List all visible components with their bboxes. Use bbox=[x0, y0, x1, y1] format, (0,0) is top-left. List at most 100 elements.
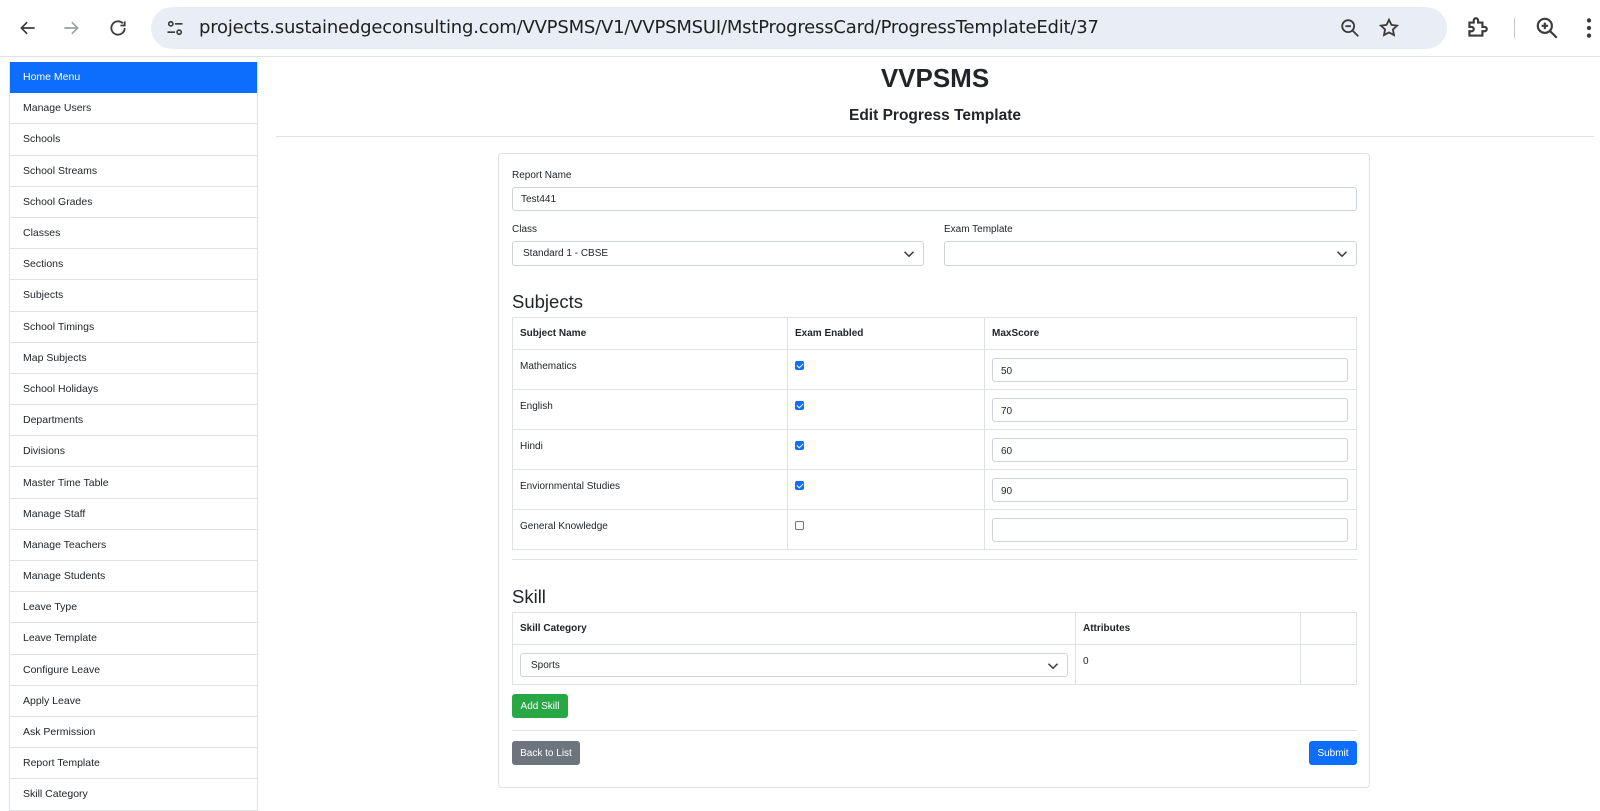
exam-enabled-cell bbox=[787, 389, 985, 430]
sidebar-item-schools[interactable]: Schools bbox=[10, 124, 257, 156]
subject-row: Mathematics 50 bbox=[512, 349, 1357, 390]
max-score-cell: 60 bbox=[984, 429, 1357, 470]
submit-button[interactable]: Submit bbox=[1309, 741, 1357, 765]
exam-enabled-cell bbox=[787, 509, 985, 550]
header-divider bbox=[276, 136, 1594, 137]
exam-enabled-checkbox[interactable] bbox=[795, 401, 804, 410]
template-form-card: Report Name Test441 Class Standard 1 - C… bbox=[498, 153, 1370, 788]
max-score-cell: 90 bbox=[984, 469, 1357, 510]
zoom-out-icon[interactable] bbox=[1339, 17, 1361, 39]
chevron-down-icon bbox=[1336, 251, 1348, 258]
sidebar-item-master-time-table[interactable]: Master Time Table bbox=[10, 467, 257, 499]
add-skill-button[interactable]: Add Skill bbox=[512, 694, 568, 718]
section-divider bbox=[512, 559, 1357, 560]
max-score-input[interactable]: 50 bbox=[992, 357, 1348, 382]
max-score-cell bbox=[984, 509, 1357, 550]
subject-name: English bbox=[512, 389, 788, 430]
skill-category-value: Sports bbox=[531, 659, 560, 671]
skill-category-cell: Sports bbox=[512, 644, 1076, 685]
actions-divider bbox=[512, 730, 1357, 731]
subjects-table: Subject Name Exam Enabled MaxScore Mathe… bbox=[512, 317, 1357, 550]
skill-header-row: Skill Category Attributes bbox=[512, 612, 1357, 645]
back-arrow-icon[interactable] bbox=[12, 12, 44, 44]
bookmark-star-icon[interactable] bbox=[1378, 17, 1400, 39]
kebab-menu-icon[interactable] bbox=[1580, 15, 1598, 41]
exam-template-label: Exam Template bbox=[944, 224, 1013, 235]
exam-enabled-checkbox[interactable] bbox=[795, 441, 804, 450]
exam-enabled-checkbox[interactable] bbox=[795, 361, 804, 370]
sidebar-item-school-grades[interactable]: School Grades bbox=[10, 186, 257, 218]
skill-heading: Skill bbox=[512, 586, 546, 607]
sidebar-item-school-timings[interactable]: School Timings bbox=[10, 311, 257, 343]
url-text: projects.sustainedgeconsulting.com/VVPSM… bbox=[199, 17, 1099, 38]
exam-template-select[interactable] bbox=[944, 241, 1357, 266]
chevron-down-icon bbox=[903, 251, 915, 258]
column-header: Subject Name bbox=[512, 317, 788, 350]
exam-enabled-checkbox[interactable] bbox=[795, 521, 804, 530]
sidebar-item-school-streams[interactable]: School Streams bbox=[10, 155, 257, 187]
max-score-input[interactable]: 70 bbox=[992, 397, 1348, 422]
sidebar-item-leave-type[interactable]: Leave Type bbox=[10, 592, 257, 624]
subject-row: Enviornmental Studies 90 bbox=[512, 469, 1357, 510]
sidebar-item-skill-category[interactable]: Skill Category bbox=[10, 779, 257, 811]
skill-table: Skill Category Attributes Sports 0 bbox=[512, 612, 1357, 685]
skill-attributes: 0 bbox=[1075, 644, 1301, 685]
subjects-heading: Subjects bbox=[512, 291, 583, 312]
sidebar-item-configure-leave[interactable]: Configure Leave bbox=[10, 654, 257, 686]
sidebar-item-sections[interactable]: Sections bbox=[10, 249, 257, 281]
subject-name: General Knowledge bbox=[512, 509, 788, 550]
skill-row: Sports 0 bbox=[512, 644, 1357, 685]
browser-toolbar: projects.sustainedgeconsulting.com/VVPSM… bbox=[0, 0, 1600, 57]
max-score-input[interactable]: 60 bbox=[992, 437, 1348, 462]
page-title: VVPSMS bbox=[880, 63, 990, 93]
page-subtitle: Edit Progress Template bbox=[849, 107, 1021, 124]
subjects-header-row: Subject Name Exam Enabled MaxScore bbox=[512, 317, 1357, 350]
column-header: Exam Enabled bbox=[787, 317, 985, 350]
sidebar-item-apply-leave[interactable]: Apply Leave bbox=[10, 685, 257, 717]
exam-enabled-checkbox[interactable] bbox=[795, 481, 804, 490]
sidebar-item-manage-users[interactable]: Manage Users bbox=[10, 93, 257, 125]
address-bar[interactable]: projects.sustainedgeconsulting.com/VVPSM… bbox=[151, 7, 1447, 49]
sidebar-item-leave-template[interactable]: Leave Template bbox=[10, 623, 257, 655]
report-name-label: Report Name bbox=[512, 170, 572, 181]
column-header bbox=[1300, 612, 1357, 645]
exam-enabled-cell bbox=[787, 429, 985, 470]
skill-category-select[interactable]: Sports bbox=[520, 652, 1068, 677]
report-name-input[interactable]: Test441 bbox=[512, 187, 1357, 211]
sidebar-item-manage-staff[interactable]: Manage Staff bbox=[10, 498, 257, 530]
exam-enabled-cell bbox=[787, 349, 985, 390]
sidebar-item-map-subjects[interactable]: Map Subjects bbox=[10, 342, 257, 374]
max-score-input[interactable]: 90 bbox=[992, 477, 1348, 502]
max-score-input[interactable] bbox=[992, 517, 1348, 542]
class-select[interactable]: Standard 1 - CBSE bbox=[512, 241, 924, 266]
reload-icon[interactable] bbox=[102, 12, 134, 44]
sidebar-item-manage-teachers[interactable]: Manage Teachers bbox=[10, 529, 257, 561]
subject-name: Mathematics bbox=[512, 349, 788, 390]
subject-name: Hindi bbox=[512, 429, 788, 470]
back-to-list-button[interactable]: Back to List bbox=[512, 741, 580, 765]
sidebar-item-divisions[interactable]: Divisions bbox=[10, 436, 257, 468]
class-label: Class bbox=[512, 224, 538, 235]
extensions-puzzle-icon[interactable] bbox=[1464, 15, 1490, 41]
sidebar-item-report-template[interactable]: Report Template bbox=[10, 748, 257, 780]
sidebar-item-school-holidays[interactable]: School Holidays bbox=[10, 373, 257, 406]
chevron-down-icon bbox=[1047, 662, 1059, 669]
sidebar-item-manage-students[interactable]: Manage Students bbox=[10, 561, 257, 593]
subject-row: English 70 bbox=[512, 389, 1357, 430]
sidebar-item-subjects[interactable]: Subjects bbox=[10, 280, 257, 312]
forward-arrow-icon[interactable] bbox=[55, 12, 87, 44]
search-zoom-icon[interactable] bbox=[1534, 15, 1560, 41]
sidebar-item-home-menu[interactable]: Home Menu bbox=[10, 62, 257, 94]
skill-actions-cell bbox=[1300, 644, 1357, 685]
subject-name: Enviornmental Studies bbox=[512, 469, 788, 510]
class-select-value: Standard 1 - CBSE bbox=[523, 248, 609, 259]
exam-enabled-cell bbox=[787, 469, 985, 510]
subject-row: Hindi 60 bbox=[512, 429, 1357, 470]
site-info-icon[interactable] bbox=[165, 18, 185, 38]
max-score-cell: 50 bbox=[984, 349, 1357, 390]
sidebar-item-ask-permission[interactable]: Ask Permission bbox=[10, 716, 257, 749]
column-header: MaxScore bbox=[984, 317, 1357, 350]
sidebar-item-classes[interactable]: Classes bbox=[10, 217, 257, 250]
max-score-cell: 70 bbox=[984, 389, 1357, 430]
sidebar-item-departments[interactable]: Departments bbox=[10, 405, 257, 437]
